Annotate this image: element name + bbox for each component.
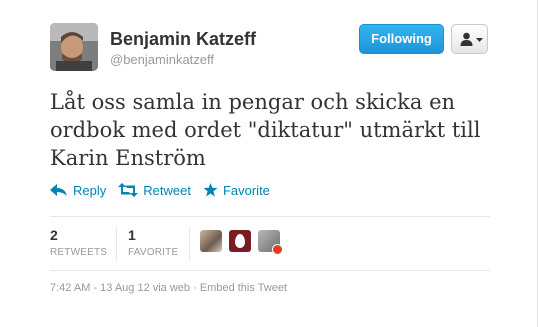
divider [50,270,490,271]
favorites-label: FAVORITE [128,247,179,258]
caret-down-icon [476,38,483,42]
embed-tweet-link[interactable]: Embed this Tweet [200,282,287,294]
retweets-stat[interactable]: 2 RETWEETS [50,227,107,258]
favorite-label: Favorite [222,182,270,198]
favorite-button[interactable]: Favorite [203,183,270,198]
retweet-label: Retweet [143,182,191,198]
tweet-footer: 7:42 AM - 13 Aug 12 via web · Embed this… [50,282,287,294]
stat-separator [116,227,117,261]
reply-button[interactable]: Reply [50,183,106,198]
favoriter-avatar[interactable] [229,230,251,252]
favorites-count: 1 [128,227,136,243]
person-icon [460,32,473,46]
star-icon [203,183,218,197]
tweet-timestamp[interactable]: 7:42 AM - 13 Aug 12 via web [50,282,190,294]
egg-icon [235,234,245,248]
reply-icon [50,184,67,196]
divider [50,216,490,217]
footer-separator: · [193,282,197,294]
retweet-icon [118,183,139,197]
retweet-button[interactable]: Retweet [118,183,191,198]
user-handle[interactable]: @benjaminkatzeff [110,52,214,67]
avatar[interactable] [50,23,98,71]
reply-label: Reply [73,182,107,198]
retweets-count: 2 [50,227,58,243]
notification-dot [272,244,283,255]
stat-separator [189,227,190,261]
tweet-card: Benjamin Katzeff @benjaminkatzeff Follow… [0,0,538,327]
following-button[interactable]: Following [359,24,444,54]
retweets-label: RETWEETS [50,247,108,258]
favoriters-avatars [200,230,287,255]
favoriter-avatar[interactable] [258,230,283,255]
user-actions-dropdown[interactable] [451,24,488,54]
favorites-stat[interactable]: 1 FAVORITE [128,227,178,258]
avatar-photo [50,23,98,71]
favoriter-avatar[interactable] [200,230,222,252]
tweet-actions: Reply Retweet Favorite [50,180,282,200]
tweet-text: Låt oss samla in pengar och skicka en or… [50,90,481,170]
user-name[interactable]: Benjamin Katzeff [110,29,256,50]
